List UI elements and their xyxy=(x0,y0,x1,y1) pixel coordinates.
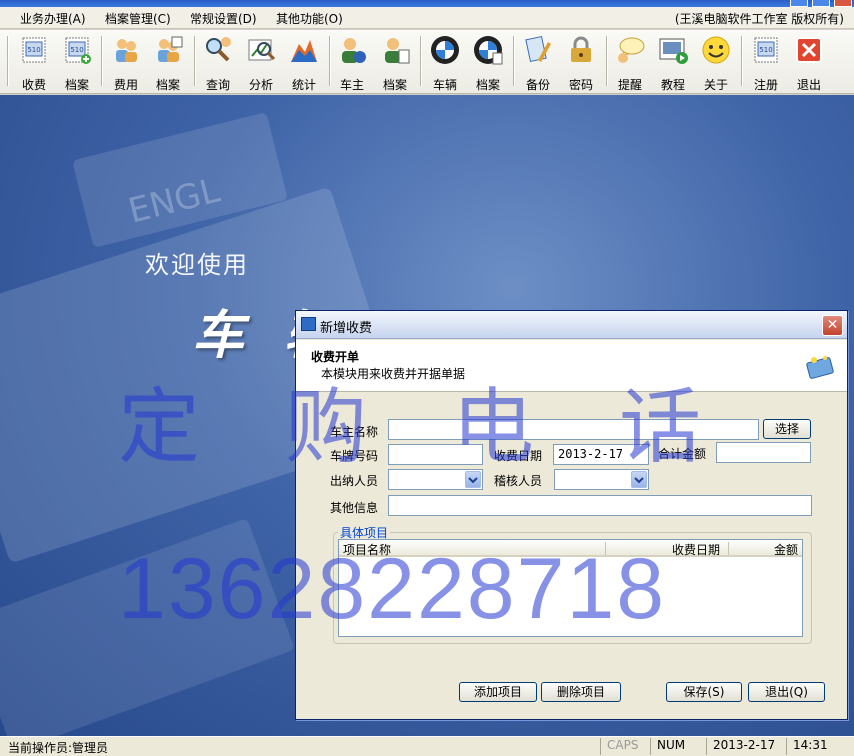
toolbar-label: 车辆 xyxy=(432,78,457,92)
toolbar-vehicle-button[interactable]: 车辆 xyxy=(425,32,465,92)
smiley-icon xyxy=(702,36,730,64)
svg-text:510: 510 xyxy=(759,46,772,54)
menu-settings[interactable]: 常规设置(D) xyxy=(190,10,257,27)
register-icon: 510 xyxy=(754,37,778,63)
toolbar-separator xyxy=(329,36,331,86)
toolbar-label: 教程 xyxy=(660,78,685,92)
welcome-text: 欢迎使用 xyxy=(145,251,249,279)
toolbar-separator xyxy=(420,36,422,86)
stamp-add-icon: 510 xyxy=(65,37,91,64)
caps-indicator: CAPS xyxy=(600,738,646,755)
save-button[interactable]: 保存(S) xyxy=(666,682,742,702)
magnifier-icon xyxy=(206,37,231,62)
lock-icon xyxy=(571,36,591,62)
users-add-icon xyxy=(158,36,183,62)
toolbar-label: 备份 xyxy=(525,78,550,92)
toolbar-tutorial-button[interactable]: 教程 xyxy=(653,32,693,92)
reminder-icon xyxy=(618,37,645,63)
form-header-icon xyxy=(806,356,834,379)
current-operator: 当前操作员:管理员 xyxy=(8,741,109,755)
toolbar-separator xyxy=(606,36,608,86)
column-divider xyxy=(728,542,729,555)
toolbar-about-button[interactable]: 关于 xyxy=(696,32,736,92)
analysis-icon xyxy=(248,39,276,61)
toolbar-password-button[interactable]: 密码 xyxy=(561,32,601,92)
menu-business[interactable]: 业务办理(A) xyxy=(20,10,86,27)
tutorial-icon xyxy=(659,38,688,64)
watermark-order-phone: 定购电话 xyxy=(118,380,787,475)
toolbar-query-button[interactable]: 查询 xyxy=(198,32,238,92)
toolbar-label: 注册 xyxy=(753,78,778,92)
car-logo-icon xyxy=(431,36,459,64)
dialog-title-bar[interactable]: 新增收费 ✕ xyxy=(296,311,847,339)
status-time: 14:31 xyxy=(786,738,852,755)
toolbar-archive-button[interactable]: 510 档案 xyxy=(57,32,97,92)
toolbar-separator xyxy=(741,36,743,86)
toolbar-label: 统计 xyxy=(291,78,316,92)
toolbar-separator xyxy=(194,36,196,86)
chart-icon xyxy=(291,40,317,62)
owner-file-icon xyxy=(385,38,410,64)
watermark-phone-number: 13628228718 xyxy=(118,541,667,637)
owner-icon xyxy=(342,38,366,63)
toolbar: 510 收费 510 档案 费用 档案 查询 分析 统计 车主 档案 车辆 档案… xyxy=(0,30,854,94)
status-bar: 当前操作员:管理员 CAPS NUM 2013-2-17 14:31 xyxy=(0,736,854,756)
menu-other[interactable]: 其他功能(O) xyxy=(276,10,343,27)
delete-item-button[interactable]: 删除项目 xyxy=(541,682,621,702)
stamp-icon: 510 xyxy=(22,37,46,63)
svg-text:510: 510 xyxy=(70,46,83,54)
toolbar-owner-archive-button[interactable]: 档案 xyxy=(375,32,415,92)
toolbar-owner-button[interactable]: 车主 xyxy=(332,32,372,92)
other-info-label: 其他信息 xyxy=(330,501,379,515)
minimize-button[interactable] xyxy=(790,0,808,7)
toolbar-label: 密码 xyxy=(568,78,593,92)
toolbar-label: 档案 xyxy=(475,78,500,92)
toolbar-fee-archive-button[interactable]: 档案 xyxy=(148,32,188,92)
dialog-app-icon xyxy=(301,317,316,331)
toolbar-stats-button[interactable]: 统计 xyxy=(284,32,324,92)
maximize-button[interactable] xyxy=(812,0,830,7)
column-header-amount[interactable]: 金额 xyxy=(774,541,798,558)
toolbar-reminder-button[interactable]: 提醒 xyxy=(610,32,650,92)
svg-text:510: 510 xyxy=(27,46,40,54)
toolbar-separator xyxy=(513,36,515,86)
toolbar-charge-button[interactable]: 510 收费 xyxy=(14,32,54,92)
exit-icon xyxy=(796,37,822,63)
toolbar-label: 车主 xyxy=(339,78,364,92)
dialog-title: 新增收费 xyxy=(320,321,373,336)
toolbar-label: 分析 xyxy=(248,78,273,92)
backup-icon xyxy=(525,35,551,63)
toolbar-label: 档案 xyxy=(64,78,89,92)
other-info-field[interactable] xyxy=(388,495,812,516)
toolbar-analysis-button[interactable]: 分析 xyxy=(241,32,281,92)
toolbar-vehicle-archive-button[interactable]: 档案 xyxy=(468,32,508,92)
toolbar-exit-button[interactable]: 退出 xyxy=(789,32,829,92)
exit-button[interactable]: 退出(Q) xyxy=(748,682,825,702)
num-indicator: NUM xyxy=(650,738,700,755)
close-button[interactable] xyxy=(834,0,852,7)
toolbar-label: 关于 xyxy=(703,78,728,92)
toolbar-label: 档案 xyxy=(382,78,407,92)
status-date: 2013-2-17 xyxy=(706,738,784,755)
toolbar-label: 档案 xyxy=(155,78,180,92)
column-header-charge-date[interactable]: 收费日期 xyxy=(672,541,720,558)
toolbar-backup-button[interactable]: 备份 xyxy=(518,32,558,92)
toolbar-register-button[interactable]: 510 注册 xyxy=(746,32,786,92)
copyright-notice: (王溪电脑软件工作室 版权所有) xyxy=(674,12,844,26)
toolbar-label: 提醒 xyxy=(617,78,642,92)
users-icon xyxy=(116,39,137,62)
menu-bar: 业务办理(A) 档案管理(C) 常规设置(D) 其他功能(O) (王溪电脑软件工… xyxy=(0,7,854,29)
add-item-button[interactable]: 添加项目 xyxy=(459,682,537,702)
car-logo-file-icon xyxy=(474,36,503,65)
toolbar-label: 退出 xyxy=(796,78,821,92)
title-bar-strip xyxy=(0,0,854,7)
toolbar-label: 查询 xyxy=(205,78,230,92)
toolbar-separator xyxy=(101,36,103,86)
toolbar-separator xyxy=(7,36,9,86)
toolbar-label: 费用 xyxy=(113,78,138,92)
toolbar-label: 收费 xyxy=(21,78,46,92)
menu-archive[interactable]: 档案管理(C) xyxy=(105,10,171,27)
toolbar-fee-button[interactable]: 费用 xyxy=(106,32,146,92)
dialog-close-button[interactable]: ✕ xyxy=(822,315,843,336)
